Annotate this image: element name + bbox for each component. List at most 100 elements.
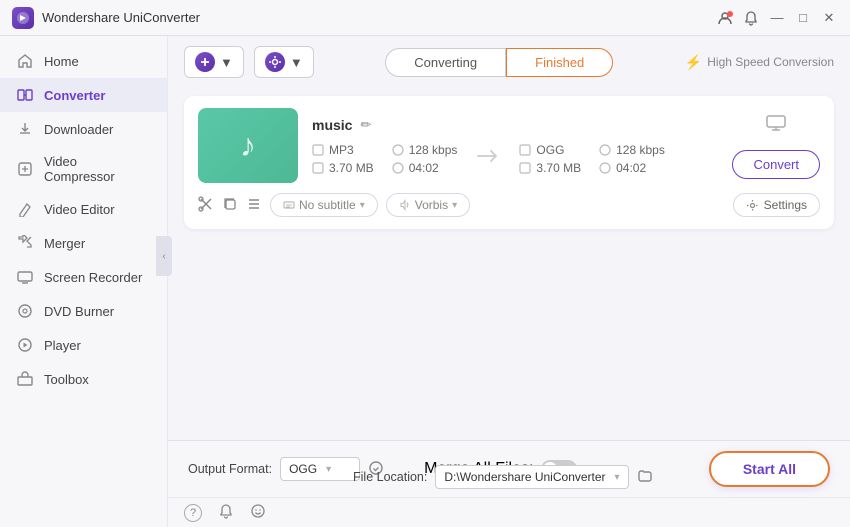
file-details-row: MP3 3.70 MB 128 kbps xyxy=(312,143,710,175)
main-layout: Home Converter Downloader Video Compress… xyxy=(0,36,850,527)
source-bitrate: 128 kbps xyxy=(392,143,458,157)
target-format-value: OGG xyxy=(536,143,564,157)
file-location-folder-icon[interactable] xyxy=(637,468,653,487)
sidebar-item-merger[interactable]: Merger xyxy=(0,226,167,260)
sidebar: Home Converter Downloader Video Compress… xyxy=(0,36,168,527)
file-location-value: D:\Wondershare UniConverter xyxy=(444,470,605,484)
file-name: music xyxy=(312,117,352,133)
add-files-label: ▼ xyxy=(220,55,233,70)
sidebar-label-editor: Video Editor xyxy=(44,202,115,217)
sidebar-label-downloader: Downloader xyxy=(44,122,113,137)
output-format-select[interactable]: OGG ▾ xyxy=(280,457,360,481)
content-area: ▼ ▼ Converting Finished ⚡ High Speed Con… xyxy=(168,36,850,527)
sidebar-item-converter[interactable]: Converter xyxy=(0,78,167,112)
edit-icon[interactable]: ✏ xyxy=(360,117,371,133)
file-list: ♪ music ✏ MP3 xyxy=(168,88,850,440)
help-icon[interactable]: ? xyxy=(184,504,202,522)
target-size-icon xyxy=(519,162,531,174)
notification-icon[interactable] xyxy=(742,9,760,27)
tab-bar: Converting Finished xyxy=(324,48,675,77)
feedback-icon[interactable] xyxy=(250,503,266,522)
merger-icon xyxy=(16,234,34,252)
home-icon xyxy=(16,52,34,70)
source-info: MP3 3.70 MB xyxy=(312,143,374,175)
target-bitrate-icon xyxy=(599,144,611,156)
sidebar-label-merger: Merger xyxy=(44,236,85,251)
start-all-button[interactable]: Start All xyxy=(709,451,830,487)
app-title: Wondershare UniConverter xyxy=(42,10,716,25)
target-format: OGG xyxy=(519,143,581,157)
tab-finished[interactable]: Finished xyxy=(506,48,613,77)
high-speed-text: High Speed Conversion xyxy=(707,55,834,69)
target-info: OGG 3.70 MB xyxy=(519,143,581,175)
downloader-icon xyxy=(16,120,34,138)
list-icon[interactable] xyxy=(246,196,262,215)
status-bell-icon[interactable] xyxy=(218,503,234,522)
target-meta: 128 kbps 04:02 xyxy=(599,143,665,175)
source-format: MP3 xyxy=(312,143,374,157)
target-bitrate-value: 128 kbps xyxy=(616,143,665,157)
output-format-chevron: ▾ xyxy=(326,464,331,475)
copy-icon[interactable] xyxy=(222,196,238,215)
sidebar-item-home[interactable]: Home xyxy=(0,44,167,78)
target-duration-value: 04:02 xyxy=(616,161,646,175)
editor-icon xyxy=(16,200,34,218)
sidebar-item-screen-recorder[interactable]: Screen Recorder xyxy=(0,260,167,294)
sidebar-label-dvd: DVD Burner xyxy=(44,304,114,319)
window-controls: — □ ✕ xyxy=(716,9,838,27)
target-duration: 04:02 xyxy=(599,161,665,175)
tab-converting[interactable]: Converting xyxy=(385,48,506,77)
close-icon[interactable]: ✕ xyxy=(820,9,838,27)
arrow-right-icon xyxy=(465,146,511,171)
file-settings-button[interactable]: Settings xyxy=(733,193,820,217)
target-size-value: 3.70 MB xyxy=(536,161,581,175)
sidebar-collapse-btn[interactable]: ‹ xyxy=(156,236,172,276)
source-duration-value: 04:02 xyxy=(409,161,439,175)
converter-icon xyxy=(16,86,34,104)
subtitle-select[interactable]: No subtitle ▾ xyxy=(270,193,378,217)
sidebar-item-player[interactable]: Player xyxy=(0,328,167,362)
settings-icon xyxy=(265,52,285,72)
cut-icon[interactable] xyxy=(198,196,214,215)
source-size: 3.70 MB xyxy=(312,161,374,175)
size-icon xyxy=(312,162,324,174)
device-icon[interactable] xyxy=(765,112,787,140)
sidebar-item-toolbox[interactable]: Toolbox xyxy=(0,362,167,396)
target-size: 3.70 MB xyxy=(519,161,581,175)
output-format-label: Output Format: xyxy=(188,462,272,476)
file-location-select[interactable]: D:\Wondershare UniConverter ▾ xyxy=(435,465,628,489)
user-icon[interactable] xyxy=(716,9,734,27)
titlebar: Wondershare UniConverter — □ ✕ xyxy=(0,0,850,36)
convert-button[interactable]: Convert xyxy=(732,150,820,179)
sidebar-label-compressor: Video Compressor xyxy=(44,154,151,184)
toolbox-icon xyxy=(16,370,34,388)
settings-button[interactable]: ▼ xyxy=(254,46,314,78)
file-name-row: music ✏ xyxy=(312,117,710,133)
maximize-icon[interactable]: □ xyxy=(794,9,812,27)
bottom-bar: Output Format: OGG ▾ Merge All Files: Fi… xyxy=(168,440,850,497)
audio-select[interactable]: Vorbis ▾ xyxy=(386,193,470,217)
target-bitrate: 128 kbps xyxy=(599,143,665,157)
sidebar-label-screen-recorder: Screen Recorder xyxy=(44,270,142,285)
sidebar-item-dvd-burner[interactable]: DVD Burner xyxy=(0,294,167,328)
settings-gear-icon xyxy=(746,199,759,212)
media-controls xyxy=(198,196,262,215)
toolbar: ▼ ▼ Converting Finished ⚡ High Speed Con… xyxy=(168,36,850,88)
sidebar-label-home: Home xyxy=(44,54,79,69)
status-bar: ? xyxy=(168,497,850,527)
file-location-label: File Location: xyxy=(353,470,427,484)
player-icon xyxy=(16,336,34,354)
audio-icon xyxy=(399,199,411,211)
dvd-icon xyxy=(16,302,34,320)
sidebar-item-downloader[interactable]: Downloader xyxy=(0,112,167,146)
music-note-icon: ♪ xyxy=(240,127,256,164)
minimize-icon[interactable]: — xyxy=(768,9,786,27)
file-location-field: File Location: D:\Wondershare UniConvert… xyxy=(353,465,653,489)
add-files-button[interactable]: ▼ xyxy=(184,46,244,78)
add-files-icon xyxy=(195,52,215,72)
audio-value: Vorbis xyxy=(415,198,448,212)
app-logo xyxy=(12,7,34,29)
file-thumbnail: ♪ xyxy=(198,108,298,183)
sidebar-item-video-compressor[interactable]: Video Compressor xyxy=(0,146,167,192)
sidebar-item-video-editor[interactable]: Video Editor xyxy=(0,192,167,226)
